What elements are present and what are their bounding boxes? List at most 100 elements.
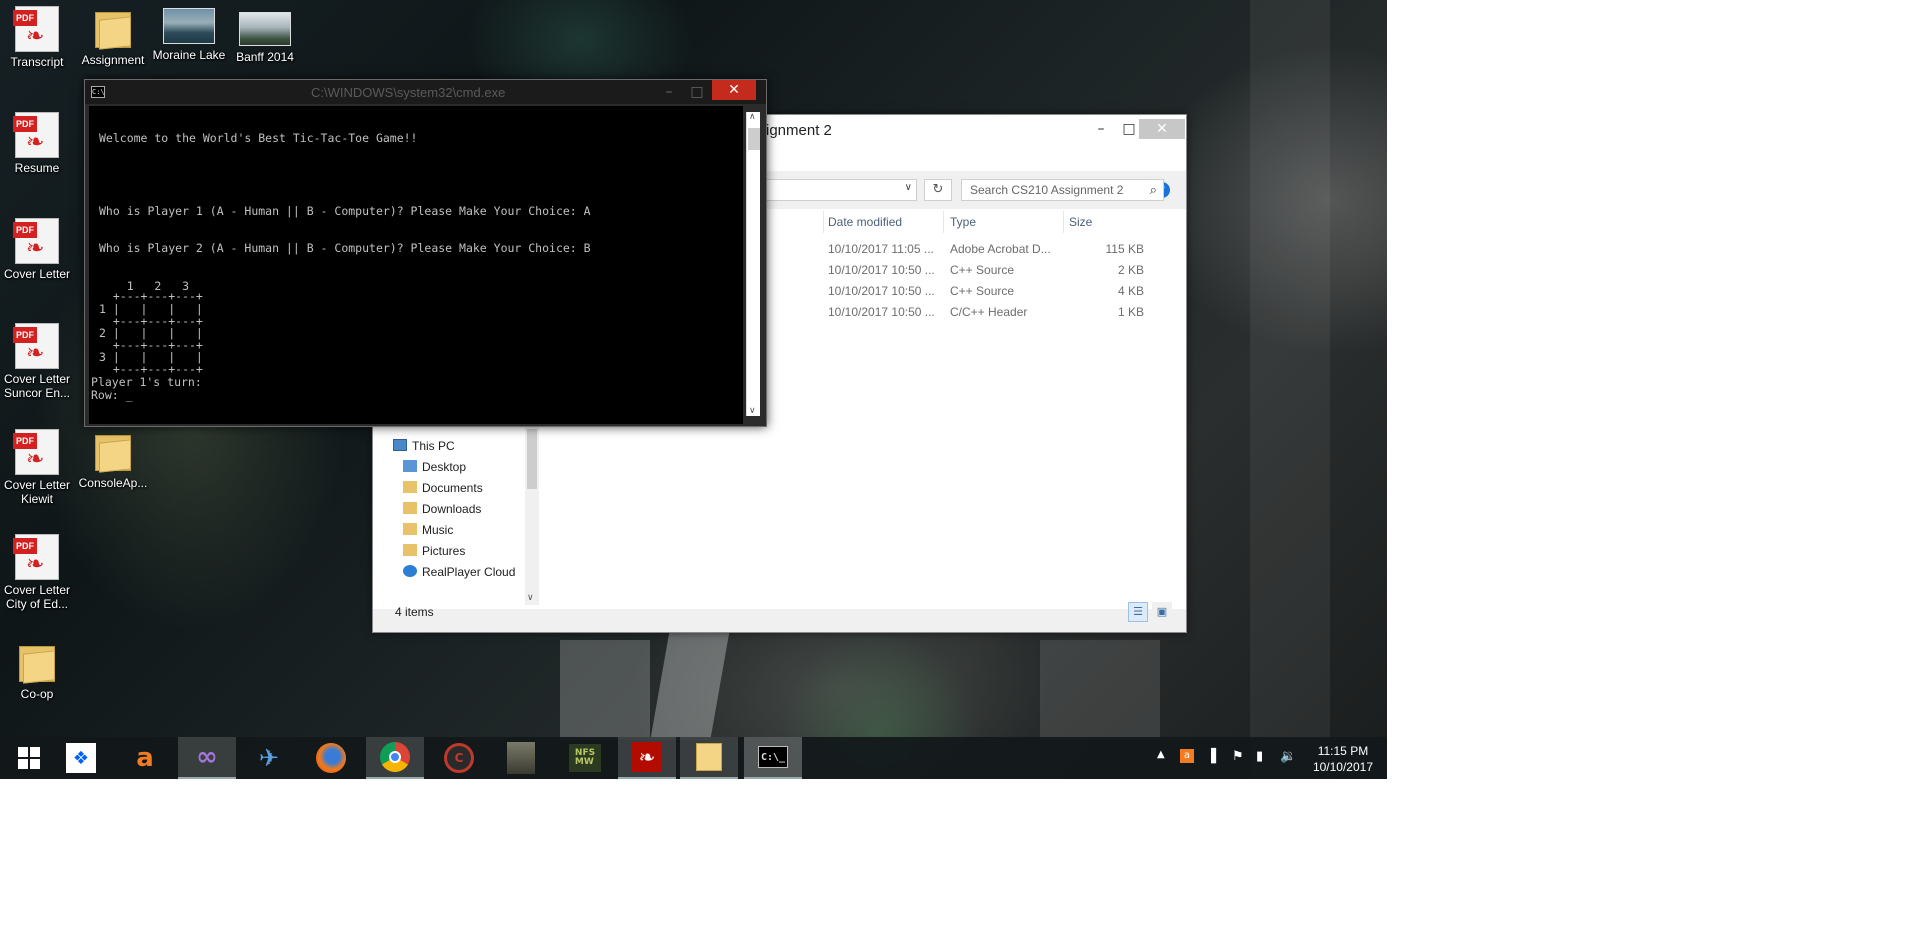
taskbar-game[interactable] bbox=[492, 737, 550, 779]
avast-tray-icon[interactable]: a bbox=[1180, 749, 1194, 763]
address-bar[interactable]: ∨ bbox=[753, 179, 917, 201]
search-input[interactable]: Search CS210 Assignment 2 ⌕ bbox=[961, 179, 1164, 201]
folder-icon bbox=[91, 429, 135, 473]
desktop-icon-label: Cover Letter Kiewit bbox=[3, 478, 71, 506]
maximize-button[interactable]: □ bbox=[681, 82, 713, 102]
desktop-icon-cover-letter-city[interactable]: PDF ❧ Cover Letter City of Ed... bbox=[0, 534, 74, 611]
taskbar-visual-studio[interactable]: ∞ bbox=[178, 737, 236, 779]
refresh-button[interactable]: ↻ bbox=[924, 179, 952, 201]
nav-item-downloads[interactable]: Downloads bbox=[403, 500, 481, 518]
column-header-date[interactable]: Date modified bbox=[828, 215, 902, 229]
pdf-icon: PDF ❧ bbox=[13, 6, 59, 52]
start-button[interactable] bbox=[0, 737, 58, 779]
battery-icon[interactable]: ▮ bbox=[1256, 749, 1263, 764]
details-view-icon[interactable]: ☰ bbox=[1128, 602, 1148, 622]
taskbar-ccleaner[interactable]: C bbox=[430, 737, 488, 779]
desktop-icon-label: Cover Letter Suncor En... bbox=[3, 372, 71, 400]
wallpaper-detail bbox=[1250, 0, 1330, 779]
console-scrollbar[interactable]: ∧ ∨ bbox=[746, 112, 760, 416]
file-type: C++ Source bbox=[950, 284, 1015, 298]
column-divider bbox=[823, 211, 824, 233]
desktop-icon-label: Moraine Lake bbox=[152, 48, 226, 62]
network-signal-icon[interactable]: ▐ bbox=[1206, 749, 1216, 764]
nav-item-pictures[interactable]: Pictures bbox=[403, 542, 465, 560]
taskbar-dropbox[interactable]: ❖ bbox=[52, 737, 110, 779]
desktop-icon-assignment[interactable]: Assignment bbox=[76, 6, 150, 67]
pdf-icon: PDF ❧ bbox=[13, 112, 59, 158]
nav-item-realplayer-cloud[interactable]: RealPlayer Cloud bbox=[403, 563, 515, 581]
music-folder-icon bbox=[403, 523, 417, 535]
system-clock[interactable]: 11:15 PM 10/10/2017 bbox=[1313, 743, 1373, 775]
nav-item-label: RealPlayer Cloud bbox=[422, 565, 516, 579]
console-line: Who is Player 2 (A - Human || B - Comput… bbox=[99, 241, 591, 255]
file-type: C/C++ Header bbox=[950, 305, 1028, 319]
nav-item-label: Downloads bbox=[422, 502, 482, 516]
console-line: Who is Player 1 (A - Human || B - Comput… bbox=[99, 204, 591, 218]
desktop: PDF ❧ Transcript Assignment Moraine Lake … bbox=[0, 0, 1387, 779]
volume-icon[interactable]: 🔉 bbox=[1280, 749, 1296, 764]
image-thumbnail-icon bbox=[163, 8, 215, 44]
show-hidden-icons-icon[interactable]: ▲ bbox=[1157, 749, 1165, 760]
folder-icon bbox=[15, 640, 59, 684]
desktop-icon-label: ConsoleAp... bbox=[78, 476, 148, 490]
documents-folder-icon bbox=[403, 481, 417, 493]
nav-item-desktop[interactable]: Desktop bbox=[403, 458, 466, 476]
desktop-icon bbox=[403, 460, 417, 472]
desktop-icon-cover-letter-kiewit[interactable]: PDF ❧ Cover Letter Kiewit bbox=[0, 429, 74, 506]
column-header-size[interactable]: Size bbox=[1069, 215, 1092, 229]
nav-item-this-pc[interactable]: This PC bbox=[393, 437, 455, 455]
desktop-icon-resume[interactable]: PDF ❧ Resume bbox=[0, 112, 74, 175]
ccleaner-icon: C bbox=[444, 743, 474, 773]
desktop-icon-consoleapp[interactable]: ConsoleAp... bbox=[76, 429, 150, 490]
taskbar-file-explorer[interactable] bbox=[680, 737, 738, 779]
clock-time: 11:15 PM bbox=[1317, 744, 1369, 758]
desktop-icon-transcript[interactable]: PDF ❧ Transcript bbox=[0, 6, 74, 69]
desktop-icon-co-op[interactable]: Co-op bbox=[0, 640, 74, 701]
firefox-icon bbox=[316, 743, 346, 773]
wallpaper-detail bbox=[560, 640, 650, 740]
taskbar-cmd[interactable]: C:\_ bbox=[744, 737, 802, 779]
wallpaper-detail bbox=[1040, 640, 1160, 740]
downloads-folder-icon bbox=[403, 502, 417, 514]
taskbar-chrome[interactable] bbox=[366, 737, 424, 779]
desktop-icon-banff-2014[interactable]: Banff 2014 bbox=[228, 6, 302, 64]
desktop-icon-label: Assignment bbox=[81, 53, 145, 67]
chevron-down-icon[interactable]: ∨ bbox=[527, 593, 534, 603]
computer-icon bbox=[393, 439, 407, 451]
dropbox-icon: ❖ bbox=[66, 743, 96, 773]
chevron-down-icon[interactable]: ∨ bbox=[749, 406, 756, 416]
chevron-down-icon[interactable]: ∨ bbox=[905, 182, 912, 193]
console-line: Welcome to the World's Best Tic-Tac-Toe … bbox=[99, 131, 418, 145]
taskbar-xming[interactable]: ✈ bbox=[240, 737, 298, 779]
taskbar-nfs-mw[interactable]: NFS MW bbox=[556, 737, 614, 779]
column-divider bbox=[943, 211, 944, 233]
console-output[interactable]: Welcome to the World's Best Tic-Tac-Toe … bbox=[89, 106, 743, 424]
taskbar-avast[interactable]: a bbox=[116, 737, 174, 779]
visual-studio-icon: ∞ bbox=[196, 742, 218, 772]
nav-item-documents[interactable]: Documents bbox=[403, 479, 483, 497]
taskbar: ❖ a ∞ ✈ C NFS MW ❧ C:\_ ▲ a ▐ ⚑ ▮ 🔉 11:1… bbox=[0, 737, 1387, 779]
close-button[interactable]: ✕ bbox=[712, 80, 756, 100]
file-size: 4 KB bbox=[1117, 284, 1144, 298]
nav-item-label: Documents bbox=[422, 481, 483, 495]
nav-item-label: Music bbox=[422, 523, 454, 537]
taskbar-firefox[interactable] bbox=[302, 737, 360, 779]
chevron-up-icon[interactable]: ∧ bbox=[749, 112, 756, 122]
action-center-flag-icon[interactable]: ⚑ bbox=[1232, 749, 1244, 764]
taskbar-acrobat[interactable]: ❧ bbox=[618, 737, 676, 779]
folder-icon bbox=[91, 6, 135, 50]
nav-scrollbar[interactable]: ∨ bbox=[525, 425, 539, 605]
cmd-window: C:\ C:\WINDOWS\system32\cmd.exe – □ ✕ We… bbox=[84, 79, 767, 427]
avast-icon: a bbox=[136, 743, 154, 773]
column-divider bbox=[1063, 211, 1064, 233]
large-icons-view-icon[interactable]: ▣ bbox=[1152, 602, 1172, 622]
column-header-type[interactable]: Type bbox=[950, 215, 976, 229]
desktop-icon-moraine-lake[interactable]: Moraine Lake bbox=[152, 6, 226, 62]
desktop-icon-cover-letter[interactable]: PDF ❧ Cover Letter bbox=[0, 218, 74, 281]
close-button[interactable]: ✕ bbox=[1139, 119, 1185, 139]
desktop-icon-cover-letter-suncor[interactable]: PDF ❧ Cover Letter Suncor En... bbox=[0, 323, 74, 400]
chrome-icon bbox=[380, 742, 410, 772]
cmd-titlebar[interactable]: C:\ C:\WINDOWS\system32\cmd.exe – □ ✕ bbox=[85, 80, 766, 104]
pictures-folder-icon bbox=[403, 544, 417, 556]
nav-item-music[interactable]: Music bbox=[403, 521, 453, 539]
